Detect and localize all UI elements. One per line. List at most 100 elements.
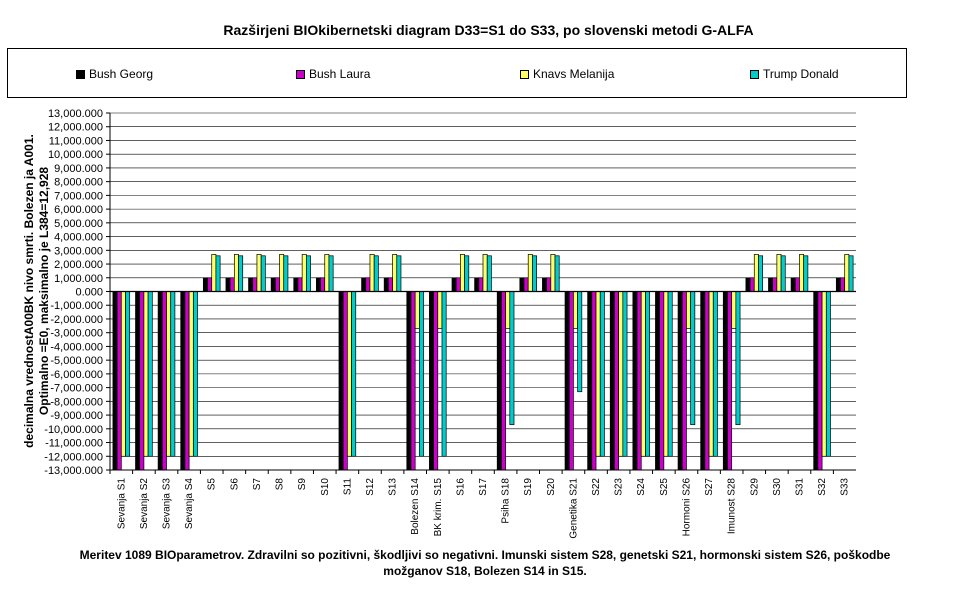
y-tick-label: -11,000.000 — [45, 438, 103, 450]
bar-bush-laura — [433, 291, 439, 471]
y-tick-label: -9,000.000 — [50, 410, 103, 422]
x-category-label: Genetika S21 — [568, 478, 579, 539]
bar-knavs-melanija — [776, 254, 782, 292]
bar-bush-laura — [659, 291, 665, 471]
bar-knavs-melanija — [708, 291, 714, 457]
bar-knavs-melanija — [369, 254, 375, 292]
bar-bush-georg — [248, 277, 254, 292]
bar-knavs-melanija — [799, 254, 805, 292]
x-category-label: BK krim. S15 — [433, 478, 444, 537]
y-tick-label: 4,000.000 — [54, 232, 103, 244]
x-category-label: Sevanja S2 — [139, 478, 150, 530]
bar-bush-georg — [316, 277, 321, 292]
bar-trump-donald — [780, 255, 786, 292]
bar-knavs-melanija — [324, 254, 330, 292]
bar-bush-georg — [677, 291, 683, 471]
x-category-label: S31 — [794, 478, 805, 496]
x-category-label: S19 — [523, 478, 534, 496]
bar-bush-laura — [274, 277, 280, 292]
bar-knavs-melanija — [347, 291, 352, 457]
y-tick-label: 10,000.000 — [48, 149, 103, 161]
bar-bush-georg — [564, 291, 570, 471]
bar-trump-donald — [803, 255, 809, 292]
y-tick-label: 8,000.000 — [54, 177, 103, 189]
bar-trump-donald — [554, 255, 560, 292]
bar-bush-georg — [202, 277, 208, 292]
bar-bush-laura — [388, 277, 393, 292]
y-tick-label: 11,000.000 — [49, 135, 103, 147]
bar-knavs-melanija — [166, 291, 172, 457]
bar-bush-georg — [722, 291, 728, 471]
y-axis-label-line-2: Optimalno =E0, maksimalno je L384=12,928 — [37, 167, 51, 415]
bar-bush-laura — [636, 291, 642, 471]
bar-bush-georg — [225, 277, 231, 292]
bar-trump-donald — [192, 291, 198, 457]
x-category-label: Sevanja S1 — [116, 478, 127, 530]
bar-knavs-melanija — [844, 254, 850, 292]
bar-bush-georg — [451, 277, 457, 292]
bar-bush-laura — [523, 277, 529, 292]
bar-bush-georg — [790, 277, 796, 292]
bar-bush-laura — [455, 277, 461, 292]
x-category-label: S23 — [614, 478, 625, 496]
x-category-label: Imunost S28 — [727, 478, 738, 535]
bar-trump-donald — [373, 255, 379, 292]
x-category-label: S5 — [207, 478, 218, 491]
bar-trump-donald — [283, 255, 289, 292]
bar-trump-donald — [306, 255, 311, 292]
bar-knavs-melanija — [550, 254, 556, 292]
y-tick-label: -13,000.000 — [44, 465, 103, 477]
x-category-label: Sevanja S4 — [184, 478, 195, 530]
y-tick-label: 9,000.000 — [54, 163, 103, 175]
bar-knavs-melanija — [527, 254, 533, 292]
bar-bush-georg — [270, 277, 276, 292]
bar-bush-laura — [501, 291, 506, 471]
bar-knavs-melanija — [595, 291, 601, 457]
bar-knavs-melanija — [143, 291, 149, 457]
bar-trump-donald — [486, 255, 492, 292]
bar-trump-donald — [170, 291, 176, 457]
bar-trump-donald — [125, 291, 131, 457]
bar-bush-georg — [632, 291, 638, 471]
bar-bush-laura — [772, 277, 778, 292]
x-category-label: S7 — [252, 478, 263, 491]
bar-knavs-melanija — [188, 291, 194, 457]
bar-trump-donald — [147, 291, 153, 457]
x-category-label: Bolezen S14 — [410, 478, 421, 535]
bar-bush-georg — [474, 277, 480, 292]
bar-knavs-melanija — [663, 291, 669, 457]
bar-trump-donald — [577, 291, 583, 393]
bar-bush-laura — [568, 291, 574, 471]
bar-trump-donald — [351, 291, 357, 457]
bar-knavs-melanija — [301, 254, 307, 292]
y-tick-label: 13,000.000 — [48, 108, 103, 120]
bar-knavs-melanija — [120, 291, 126, 457]
bar-trump-donald — [238, 255, 244, 292]
bar-bush-laura — [365, 277, 371, 292]
bar-knavs-melanija — [618, 291, 624, 457]
x-category-label: S12 — [365, 478, 376, 496]
bar-knavs-melanija — [573, 291, 578, 329]
bar-trump-donald — [396, 255, 402, 292]
x-category-label: S32 — [817, 478, 828, 496]
y-tick-label: 0.000 — [75, 287, 103, 299]
bar-trump-donald — [645, 291, 650, 457]
bar-trump-donald — [758, 255, 764, 292]
bar-knavs-melanija — [233, 254, 239, 292]
y-tick-label: -6,000.000 — [50, 369, 103, 381]
x-category-label: S30 — [772, 478, 783, 496]
bar-bush-georg — [112, 291, 118, 471]
y-tick-label: -2,000.000 — [50, 314, 103, 326]
x-category-label: Hormoni S26 — [681, 478, 692, 537]
y-tick-label: -4,000.000 — [50, 341, 103, 353]
x-category-label: S13 — [388, 478, 399, 496]
bar-bush-georg — [745, 277, 751, 292]
bar-bush-georg — [361, 277, 367, 292]
bar-trump-donald — [532, 255, 537, 292]
bar-bush-laura — [410, 291, 416, 471]
bar-bush-georg — [542, 277, 547, 292]
y-axis-label-line-1: decimalna vrednostA00BK nivo smrti. Bole… — [22, 134, 36, 448]
bar-bush-laura — [681, 291, 687, 471]
bar-bush-laura — [252, 277, 258, 292]
bar-knavs-melanija — [482, 254, 488, 292]
